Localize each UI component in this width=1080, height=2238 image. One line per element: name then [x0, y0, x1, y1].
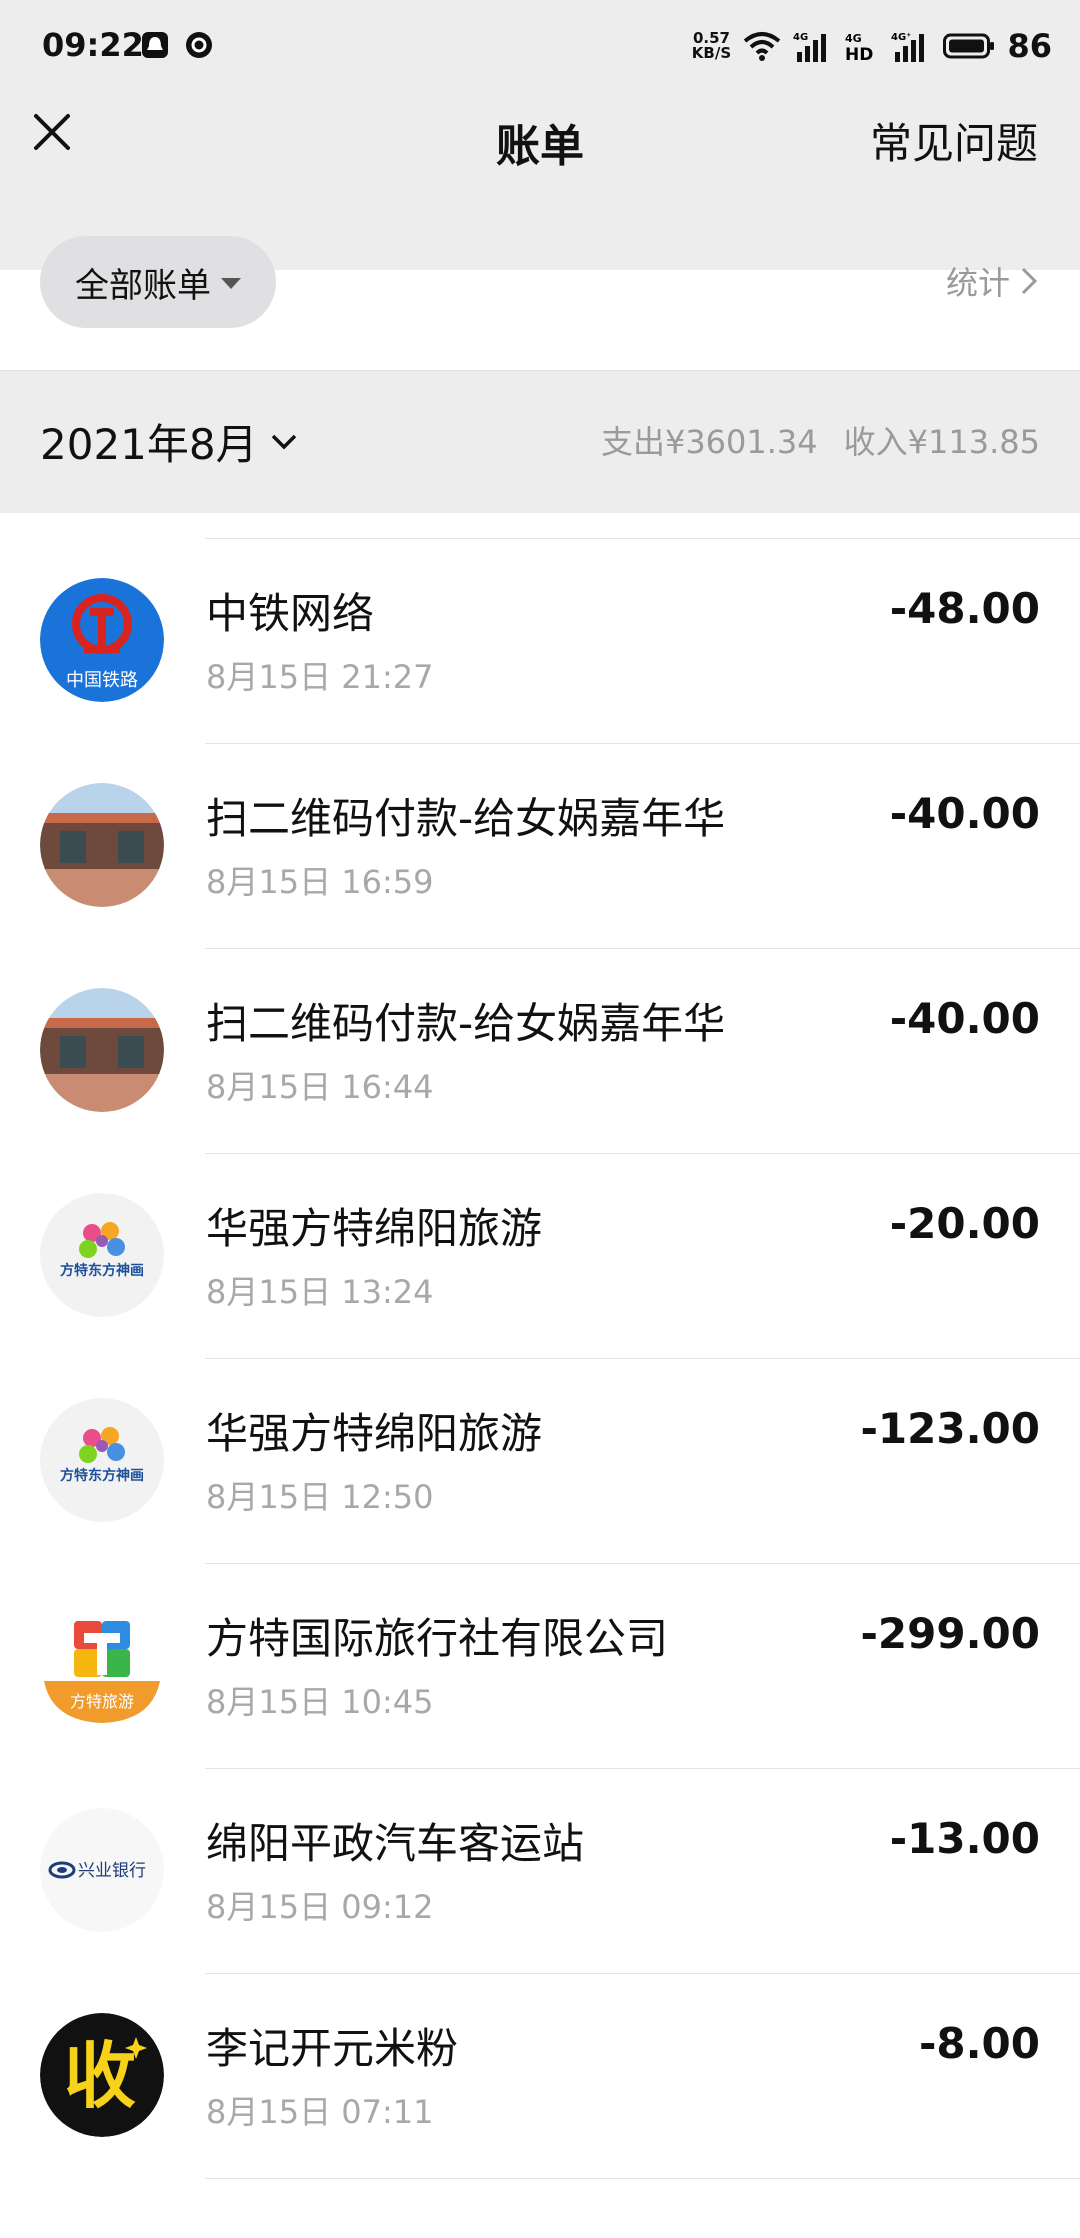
china-railway-logo-icon: 中国铁路 — [40, 578, 164, 702]
svg-text:HD: HD — [845, 45, 873, 62]
transaction-amount: -123.00 — [860, 1404, 1040, 1453]
bell-icon — [142, 32, 168, 58]
transaction-amount: -40.00 — [889, 994, 1040, 1043]
svg-text:4G⁺: 4G⁺ — [891, 32, 911, 43]
battery-level: 86 — [1007, 27, 1052, 65]
transaction-time: 8月15日 21:27 — [206, 658, 434, 696]
wifi-icon — [744, 32, 781, 61]
faq-link[interactable]: 常见问题 — [870, 110, 1038, 171]
transaction-amount: -299.00 — [860, 1609, 1040, 1658]
fangte-travel-logo-icon: 方特旅游 — [40, 1603, 164, 1727]
transaction-row[interactable]: 扫二维码付款-给女娲嘉年华 8月15日 16:59 -40.00 — [0, 743, 1080, 948]
transaction-row[interactable] — [0, 2178, 1080, 2238]
svg-text:方特旅游: 方特旅游 — [70, 1692, 134, 1711]
merchant-name: 扫二维码付款-给女娲嘉年华 — [206, 794, 726, 843]
status-time: 09:22 — [42, 26, 144, 64]
svg-text:4G: 4G — [793, 32, 808, 43]
month-summary: 支出¥3601.34 收入¥113.85 — [601, 417, 1040, 463]
transaction-row[interactable]: 方特旅游 方特国际旅行社有限公司 8月15日 10:45 -299.00 — [0, 1563, 1080, 1768]
transaction-amount: -20.00 — [889, 1199, 1040, 1248]
temple-photo-icon — [40, 988, 164, 1112]
signal-4g-icon: 4G — [793, 32, 827, 62]
transaction-row[interactable]: 收 李记开元米粉 8月15日 07:11 -8.00 — [0, 1973, 1080, 2178]
transaction-time: 8月15日 13:24 — [206, 1273, 434, 1311]
merchant-name: 华强方特绵阳旅游 — [206, 1204, 543, 1253]
circle-app-icon — [186, 32, 212, 58]
transaction-row[interactable]: 扫二维码付款-给女娲嘉年华 8月15日 16:44 -40.00 — [0, 948, 1080, 1153]
transaction-time: 8月15日 10:45 — [206, 1683, 434, 1721]
merchant-name: 方特国际旅行社有限公司 — [206, 1614, 669, 1663]
month-label: 2021年8月 — [40, 420, 258, 469]
transaction-time: 8月15日 16:59 — [206, 863, 434, 901]
temple-photo-icon — [40, 783, 164, 907]
expense-total: 支出¥3601.34 — [600, 423, 818, 461]
merchant-name: 中铁网络 — [206, 589, 375, 638]
caret-down-icon — [221, 277, 241, 289]
stats-label: 统计 — [945, 264, 1010, 302]
signal-4g-icon: 4G⁺ — [891, 32, 925, 62]
hd-icon: 4G HD — [845, 32, 873, 62]
svg-text:4G: 4G — [845, 32, 862, 45]
svg-text:兴业银行: 兴业银行 — [78, 1861, 146, 1881]
transaction-row[interactable]: 中国铁路 中铁网络 8月15日 21:27 -48.00 — [0, 538, 1080, 743]
bill-filter-button[interactable]: 全部账单 — [40, 236, 276, 328]
month-selector[interactable]: 2021年8月 — [40, 411, 298, 472]
status-bar: 09:22 0.57 KB/S 4G 4G HD 4G⁺ 86 — [0, 0, 1080, 90]
transaction-row[interactable]: 方特东方神画 华强方特绵阳旅游 8月15日 12:50 -123.00 — [0, 1358, 1080, 1563]
transaction-time: 8月15日 09:12 — [206, 1888, 434, 1926]
merchant-name: 李记开元米粉 — [206, 2024, 459, 2073]
transaction-row[interactable]: 方特东方神画 华强方特绵阳旅游 8月15日 13:24 -20.00 — [0, 1153, 1080, 1358]
transaction-row[interactable]: 兴业银行 绵阳平政汽车客运站 8月15日 09:12 -13.00 — [0, 1768, 1080, 1973]
svg-text:方特东方神画: 方特东方神画 — [60, 1467, 144, 1484]
transaction-time: 8月15日 16:44 — [206, 1068, 434, 1106]
transaction-amount: -8.00 — [918, 2019, 1040, 2068]
transaction-list: 中国铁路 中铁网络 8月15日 21:27 -48.00 扫二维码付款-给女娲嘉… — [0, 538, 1080, 2238]
header: 账单 常见问题 全部账单 统计 — [0, 90, 1080, 328]
month-bar: 2021年8月 支出¥3601.34 收入¥113.85 — [0, 370, 1080, 513]
oriental-heritage-logo-icon: 方特东方神画 — [40, 1398, 164, 1522]
svg-text:中国铁路: 中国铁路 — [66, 670, 138, 691]
shou-collect-logo-icon: 收 — [40, 2013, 164, 2137]
transaction-amount: -13.00 — [889, 1814, 1040, 1863]
svg-text:收: 收 — [64, 2034, 136, 2118]
battery-icon — [943, 33, 995, 59]
industrial-bank-logo-icon: 兴业银行 — [40, 1808, 164, 1932]
merchant-name: 华强方特绵阳旅游 — [206, 1409, 543, 1458]
merchant-name: 扫二维码付款-给女娲嘉年华 — [206, 999, 726, 1048]
stats-link[interactable]: 统计 — [946, 258, 1038, 304]
transaction-amount: -40.00 — [889, 789, 1040, 838]
transaction-time: 8月15日 12:50 — [206, 1478, 434, 1516]
transaction-time: 8月15日 07:11 — [206, 2093, 434, 2131]
chevron-right-icon — [1021, 267, 1038, 295]
merchant-name: 绵阳平政汽车客运站 — [206, 1819, 585, 1868]
oriental-heritage-logo-icon: 方特东方神画 — [40, 1193, 164, 1317]
income-total: 收入¥113.85 — [843, 423, 1040, 461]
chevron-down-icon — [271, 434, 296, 449]
transaction-amount: -48.00 — [889, 584, 1040, 633]
net-speed: 0.57 KB/S — [691, 29, 732, 62]
svg-text:方特东方神画: 方特东方神画 — [60, 1262, 144, 1279]
filter-label: 全部账单 — [75, 265, 211, 306]
